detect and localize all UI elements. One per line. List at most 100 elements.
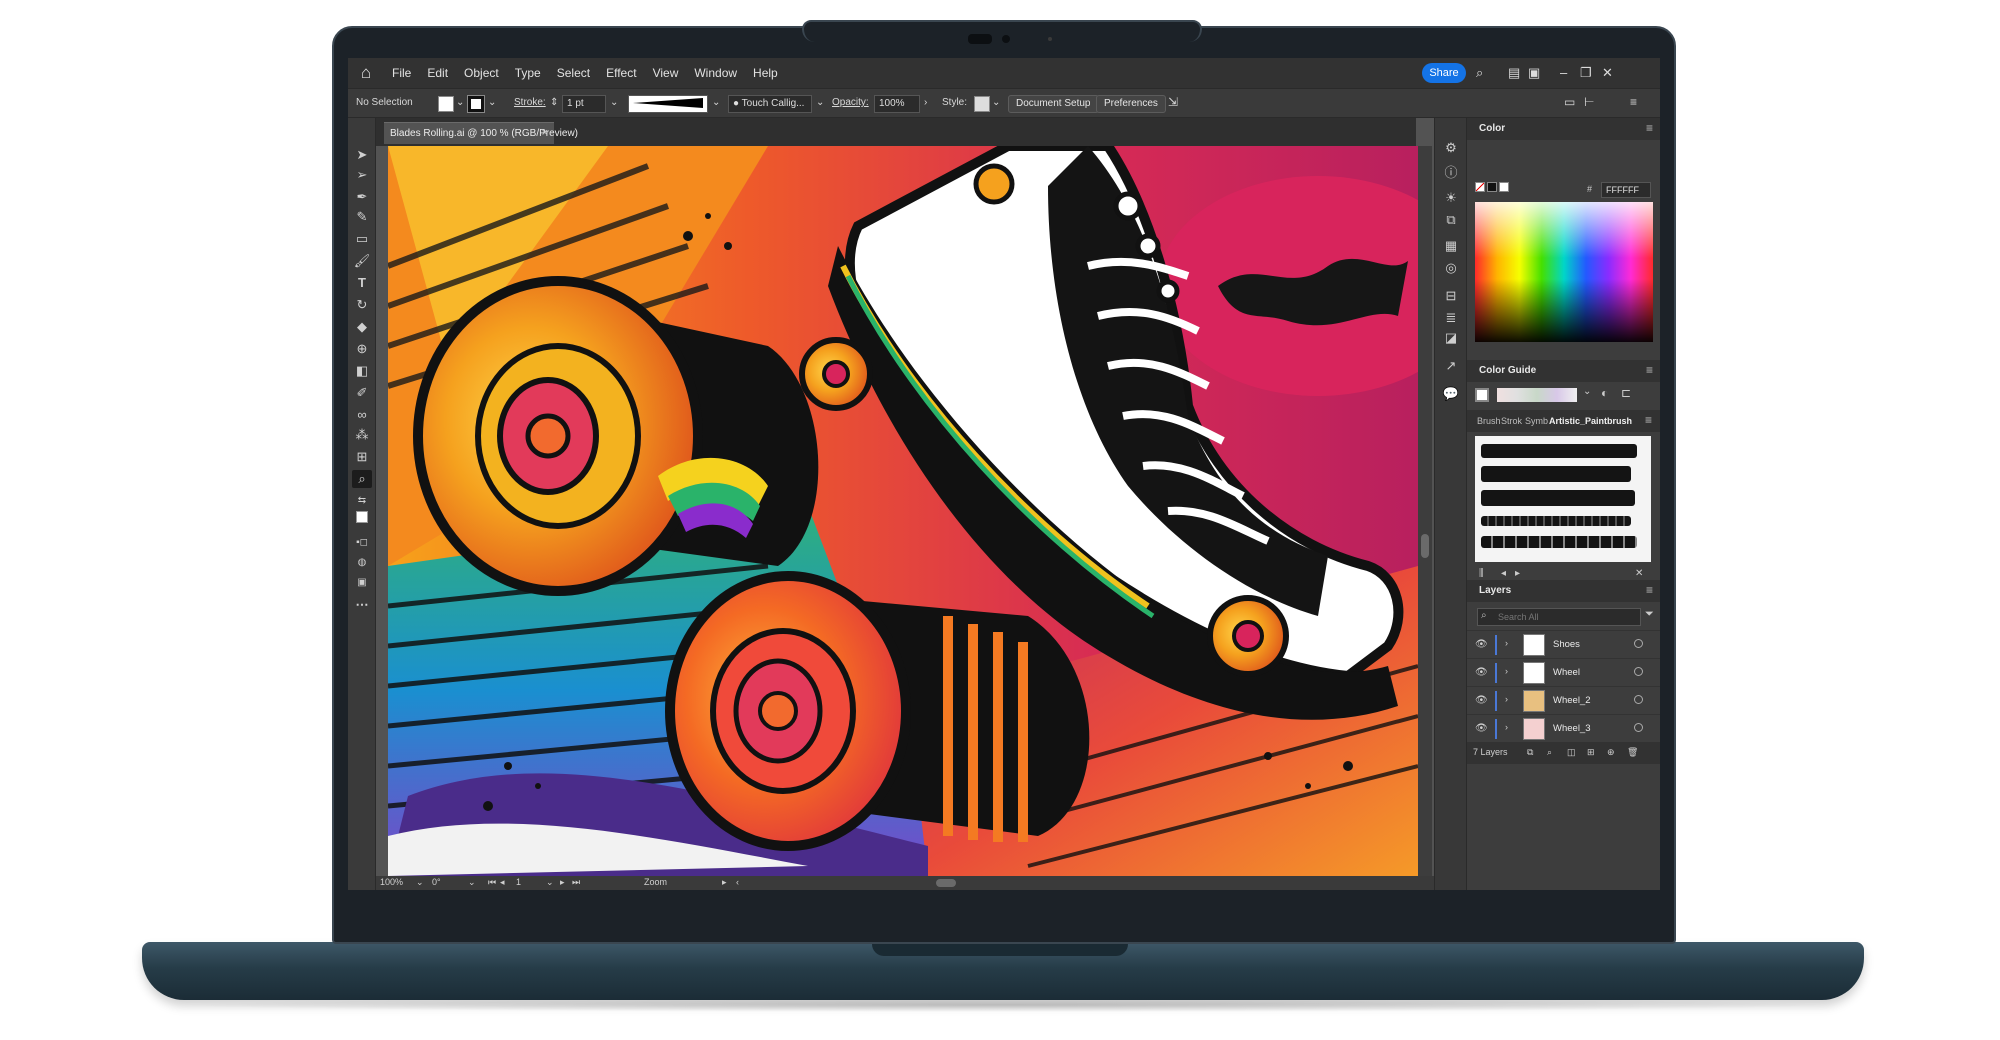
edit-colors-icon[interactable]: ◐ — [1601, 386, 1608, 400]
opacity-expand-icon[interactable]: › — [924, 97, 927, 108]
restore-icon[interactable]: ❐ — [1580, 65, 1592, 81]
layer-row-wheel-2[interactable]: 👁 › Wheel_2 — [1467, 686, 1660, 714]
layer-target-icon[interactable] — [1634, 695, 1643, 704]
layers-panel-header[interactable]: Layers ≡ — [1467, 580, 1660, 602]
document-tab[interactable]: Blades Rolling.ai @ 100 % (RGB/Preview) … — [384, 122, 578, 144]
swap-fill-stroke-icon[interactable]: ⇆ — [352, 492, 372, 510]
stroke-weight-field[interactable]: 1 pt — [562, 95, 606, 113]
collect-export-icon[interactable]: ⧉ — [1527, 747, 1533, 758]
menu-help[interactable]: Help — [745, 66, 786, 80]
expand-layer-icon[interactable]: › — [1505, 638, 1508, 648]
screen-mode-icon[interactable]: ▣ — [352, 574, 372, 592]
locate-object-icon[interactable]: ⌕ — [1547, 747, 1552, 758]
layer-row-shoes[interactable]: 👁 › Shoes — [1467, 630, 1660, 658]
last-artboard-icon[interactable]: ⏭ — [572, 877, 580, 888]
menu-file[interactable]: File — [384, 66, 419, 80]
menu-type[interactable]: Type — [507, 66, 549, 80]
brush-library-list[interactable] — [1475, 436, 1651, 562]
layer-search-input[interactable] — [1477, 608, 1641, 626]
previous-artboard-icon[interactable]: ◂ — [500, 877, 505, 888]
eyedropper-tool-icon[interactable]: ✐ — [352, 384, 372, 402]
expand-layer-icon[interactable]: › — [1505, 666, 1508, 676]
appearance-icon[interactable]: ☀ — [1442, 190, 1460, 208]
layer-filter-icon[interactable]: ⏷ — [1645, 608, 1654, 621]
stroke-weight-dropdown-icon[interactable]: ⌄ — [610, 97, 618, 108]
tab-stroke[interactable]: Strok — [1501, 416, 1522, 426]
arrange-icon[interactable]: ▭ — [1564, 95, 1575, 109]
minimize-icon[interactable]: – — [1560, 65, 1567, 80]
new-layer-icon[interactable]: ⊕ — [1607, 747, 1615, 758]
distribute-icon[interactable]: ≣ — [1442, 310, 1460, 328]
brush-definition-field[interactable]: ● Touch Callig... — [728, 95, 812, 113]
delete-layer-icon[interactable]: 🗑 — [1627, 747, 1638, 758]
layer-name[interactable]: Wheel_3 — [1553, 723, 1591, 734]
white-swatch[interactable] — [1499, 182, 1509, 192]
color-guide-header[interactable]: Color Guide ≡ — [1467, 360, 1660, 382]
brush-stroke-3[interactable] — [1481, 490, 1635, 506]
rotate-tool-icon[interactable]: ↻ — [352, 296, 372, 314]
symbol-sprayer-tool-icon[interactable]: ⁂ — [352, 426, 372, 444]
transform-icon[interactable]: ⧉ — [1442, 212, 1460, 230]
expand-layer-icon[interactable]: › — [1505, 722, 1508, 732]
brush-next-icon[interactable]: ▸ — [1515, 568, 1520, 579]
horizontal-scrollbar-thumb[interactable] — [936, 879, 956, 887]
zoom-dropdown-icon[interactable]: ⌄ — [416, 877, 424, 888]
artboard-tool-icon[interactable]: ⊞ — [352, 448, 372, 466]
pathfinder-icon[interactable]: ◪ — [1442, 330, 1460, 348]
tab-artistic-paintbrush[interactable]: Artistic_Paintbrush — [1549, 416, 1632, 426]
layers-panel-menu-icon[interactable]: ≡ — [1646, 583, 1653, 597]
document-setup-button[interactable]: Document Setup — [1008, 95, 1099, 113]
visibility-eye-icon[interactable]: 👁 — [1475, 723, 1488, 734]
menu-window[interactable]: Window — [686, 66, 745, 80]
blend-tool-icon[interactable]: ∞ — [352, 406, 372, 424]
harmony-colors-strip[interactable] — [1497, 388, 1577, 402]
visibility-eye-icon[interactable]: 👁 — [1475, 667, 1488, 678]
brush-options-icon[interactable]: ✕ — [1635, 568, 1643, 579]
search-icon[interactable]: ⌕ — [1476, 65, 1483, 81]
color-spectrum[interactable] — [1475, 202, 1653, 342]
align-panel-icon[interactable]: ⊢ — [1584, 95, 1594, 109]
zoom-level-field[interactable]: 100% — [380, 877, 403, 887]
scrollbar-thumb[interactable] — [1421, 534, 1429, 558]
draw-mode-icon[interactable]: ◍ — [352, 554, 372, 572]
rotation-dropdown-icon[interactable]: ⌄ — [468, 877, 476, 888]
graphic-style-swatch[interactable] — [974, 96, 990, 112]
brush-prev-icon[interactable]: ◂ — [1501, 568, 1506, 579]
export-icon[interactable]: ↗ — [1442, 358, 1460, 376]
curvature-tool-icon[interactable]: ✎ — [352, 208, 372, 226]
properties-icon[interactable]: ⚙ — [1442, 140, 1460, 158]
visibility-eye-icon[interactable]: 👁 — [1475, 695, 1488, 706]
menu-edit[interactable]: Edit — [419, 66, 456, 80]
none-swatch-icon[interactable] — [1475, 182, 1485, 192]
brush-stroke-2[interactable] — [1481, 466, 1631, 482]
arrange-documents-icon[interactable]: ▣ — [1528, 65, 1540, 81]
rotation-field[interactable]: 0° — [432, 877, 441, 887]
color-guide-menu-icon[interactable]: ≡ — [1646, 363, 1653, 377]
make-clipping-mask-icon[interactable]: ◫ — [1567, 747, 1576, 758]
align-icon[interactable]: ⊟ — [1442, 288, 1460, 306]
canvas-vertical-scrollbar[interactable] — [1418, 146, 1432, 876]
brush-stroke-4[interactable] — [1481, 516, 1631, 526]
home-icon[interactable]: ⌂ — [348, 63, 384, 83]
color-panel-header[interactable]: Color ≡ — [1467, 118, 1660, 140]
stroke-stepper-icon[interactable]: ⇕ — [550, 97, 558, 108]
first-artboard-icon[interactable]: ⏮ — [488, 877, 496, 888]
layer-name[interactable]: Wheel_2 — [1553, 695, 1591, 706]
layer-target-icon[interactable] — [1634, 723, 1643, 732]
eraser-tool-icon[interactable]: ◆ — [352, 318, 372, 336]
brush-dropdown-icon[interactable]: ⌄ — [816, 97, 824, 108]
save-color-group-icon[interactable]: ⊏ — [1621, 386, 1631, 400]
brush-panel-menu-icon[interactable]: ≡ — [1645, 413, 1652, 427]
opacity-field[interactable]: 100% — [874, 95, 920, 113]
preferences-button[interactable]: Preferences — [1096, 95, 1166, 113]
menu-object[interactable]: Object — [456, 66, 507, 80]
visibility-eye-icon[interactable]: 👁 — [1475, 639, 1488, 650]
variable-width-profile[interactable] — [628, 95, 708, 113]
transparency-icon[interactable]: ◎ — [1442, 260, 1460, 278]
expand-layer-icon[interactable]: › — [1505, 694, 1508, 704]
stroke-swatch[interactable] — [467, 95, 485, 113]
layer-name[interactable]: Wheel — [1553, 667, 1580, 678]
artboard-canvas[interactable] — [388, 146, 1418, 876]
status-expand-icon[interactable]: ▸ — [722, 877, 727, 888]
tab-brushes[interactable]: Brush — [1477, 416, 1501, 426]
